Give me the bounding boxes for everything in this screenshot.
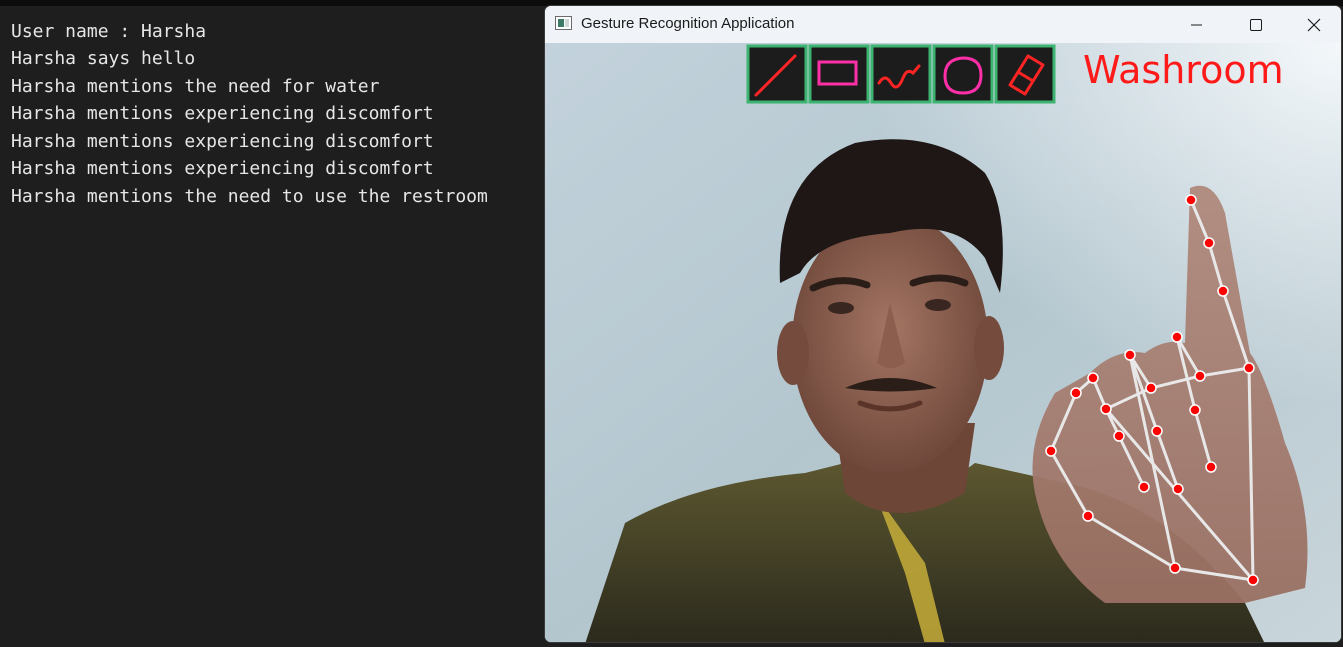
console-output: User name : Harsha Harsha says hello Har…	[0, 6, 545, 647]
camera-feed: Washroom	[545, 43, 1341, 642]
minimize-icon	[1191, 24, 1202, 25]
window-title: Gesture Recognition Application	[581, 15, 795, 32]
console-line: Harsha mentions experiencing discomfort	[11, 103, 434, 124]
drawing-toolbar[interactable]	[746, 44, 1056, 104]
console-line: Harsha mentions experiencing discomfort	[11, 158, 434, 179]
console-line: User name : Harsha	[11, 21, 207, 42]
maximize-button[interactable]	[1227, 6, 1285, 43]
console-line: Harsha says hello	[11, 48, 196, 69]
app-icon	[555, 16, 572, 30]
close-button[interactable]	[1285, 6, 1341, 43]
gesture-label: Washroom	[1083, 48, 1284, 92]
title-bar[interactable]: Gesture Recognition Application	[545, 6, 1341, 43]
gesture-app-window[interactable]: Gesture Recognition Application Washroom	[544, 5, 1342, 643]
console-line: Harsha mentions the need to use the rest…	[11, 186, 488, 207]
maximize-icon	[1250, 18, 1262, 31]
minimize-button[interactable]	[1168, 6, 1226, 43]
console-line: Harsha mentions experiencing discomfort	[11, 131, 434, 152]
console-line: Harsha mentions the need for water	[11, 76, 380, 97]
close-icon	[1307, 18, 1321, 31]
